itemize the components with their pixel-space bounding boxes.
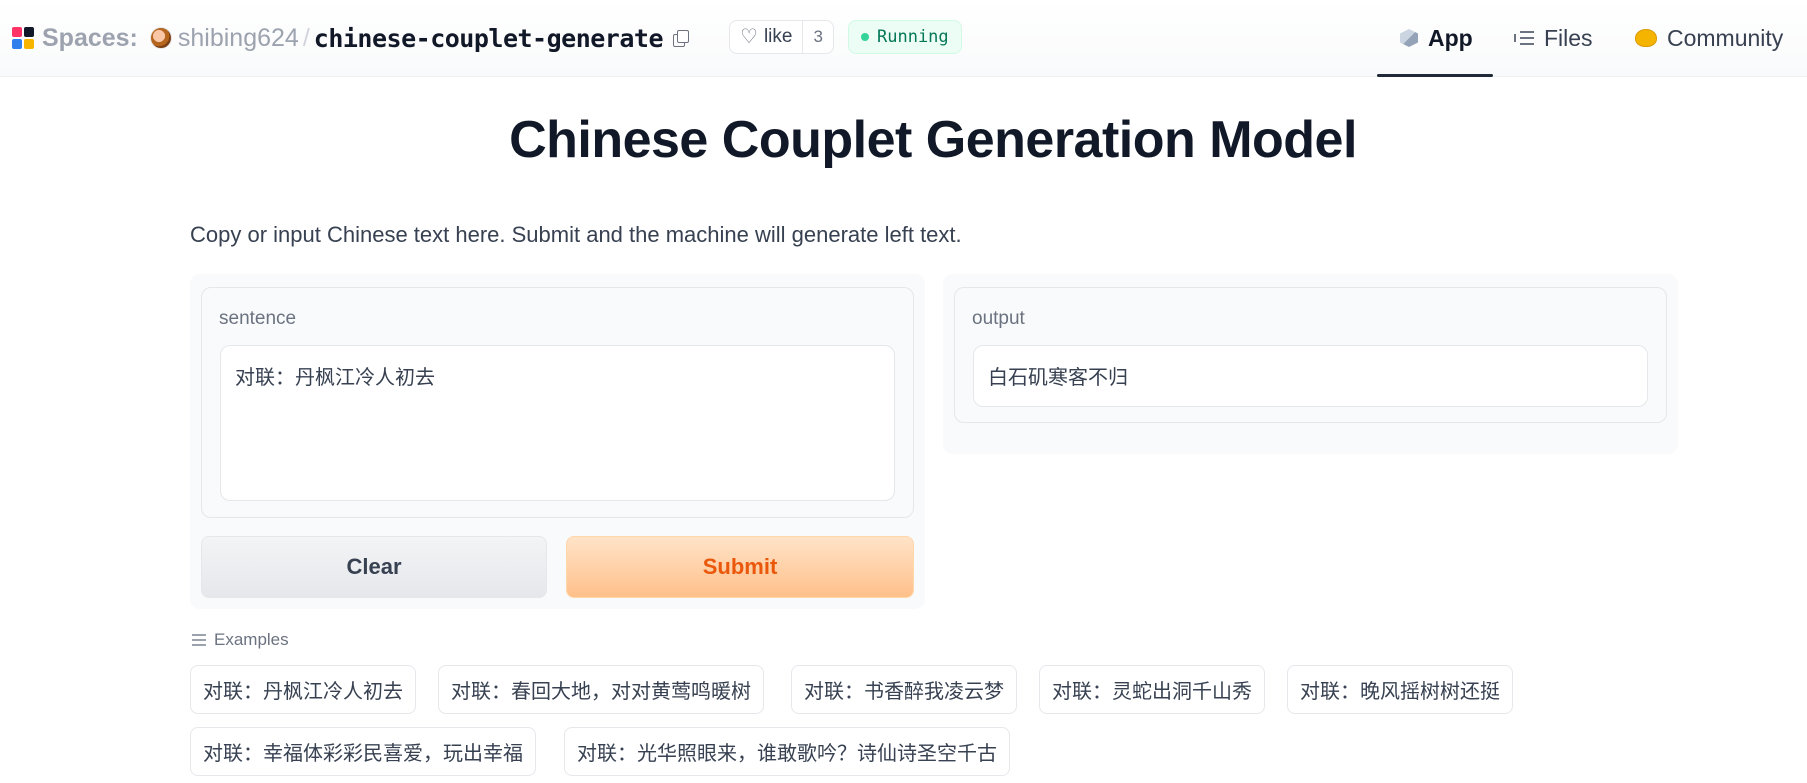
example-chip[interactable]: 对联：丹枫江冷人初去 — [190, 665, 416, 714]
like-count[interactable]: 3 — [803, 21, 832, 53]
example-chip[interactable]: 对联：春回大地，对对黄莺鸣暖树 — [438, 665, 764, 714]
example-chip[interactable]: 对联：晚风摇树树还挺 — [1287, 665, 1513, 714]
output-label: output — [972, 308, 1025, 329]
like-label: like — [763, 26, 793, 47]
community-icon — [1635, 29, 1657, 47]
huggingface-logo-icon[interactable] — [12, 27, 34, 49]
tab-files-label: Files — [1544, 24, 1593, 51]
page-title: Chinese Couplet Generation Model — [509, 111, 1357, 169]
spaces-link[interactable]: Spaces: — [42, 24, 138, 53]
output-textbox[interactable]: 白石矶寒客不归 — [973, 345, 1648, 407]
examples-label: Examples — [214, 630, 289, 649]
output-block: output 白石矶寒客不归 — [954, 287, 1667, 423]
examples-header: Examples — [192, 630, 289, 650]
example-chip[interactable]: 对联：光华照眼来，谁敢歌吟？诗仙诗圣空千古 — [564, 727, 1010, 776]
heart-icon: ♡ — [740, 26, 758, 48]
avatar[interactable] — [149, 27, 172, 49]
list-icon — [192, 634, 206, 646]
tab-app-label: App — [1428, 24, 1473, 51]
sentence-label: sentence — [219, 308, 297, 329]
tab-community[interactable]: Community — [1635, 20, 1783, 56]
status-text: Running — [877, 27, 949, 47]
output-panel: output 白石矶寒客不归 — [943, 274, 1678, 454]
tab-files[interactable]: Files — [1514, 20, 1593, 56]
copy-icon[interactable] — [673, 30, 690, 47]
status-dot-icon — [861, 33, 869, 41]
input-panel: sentence 对联：丹枫江冷人初去 Clear Submit — [190, 274, 925, 609]
top-navbar: Spaces: shibing624 / chinese-couplet-gen… — [0, 0, 1807, 77]
clear-button[interactable]: Clear — [201, 536, 547, 598]
breadcrumb: Spaces: shibing624 / chinese-couplet-gen… — [12, 23, 690, 53]
like-toggle[interactable]: ♡ like — [730, 21, 804, 53]
like-button[interactable]: ♡ like 3 — [729, 20, 834, 54]
sentence-block: sentence 对联：丹枫江冷人初去 — [201, 287, 914, 518]
example-chip[interactable]: 对联：灵蛇出洞千山秀 — [1039, 665, 1265, 714]
files-icon — [1514, 30, 1534, 46]
page-description: Copy or input Chinese text here. Submit … — [190, 222, 962, 247]
owner-link[interactable]: shibing624 — [178, 24, 299, 53]
tab-community-label: Community — [1667, 24, 1784, 51]
submit-button[interactable]: Submit — [566, 536, 914, 598]
tab-app[interactable]: App — [1400, 20, 1473, 56]
breadcrumb-separator: / — [302, 23, 310, 52]
repo-name[interactable]: chinese-couplet-generate — [314, 24, 664, 53]
example-chip[interactable]: 对联：幸福体彩彩民喜爱，玩出幸福 — [190, 727, 536, 776]
active-tab-indicator — [1377, 74, 1493, 77]
status-badge: Running — [848, 20, 962, 54]
example-chip[interactable]: 对联：书香醉我凌云梦 — [791, 665, 1017, 714]
cube-icon — [1400, 29, 1418, 47]
sentence-textarea[interactable]: 对联：丹枫江冷人初去 — [220, 345, 895, 501]
